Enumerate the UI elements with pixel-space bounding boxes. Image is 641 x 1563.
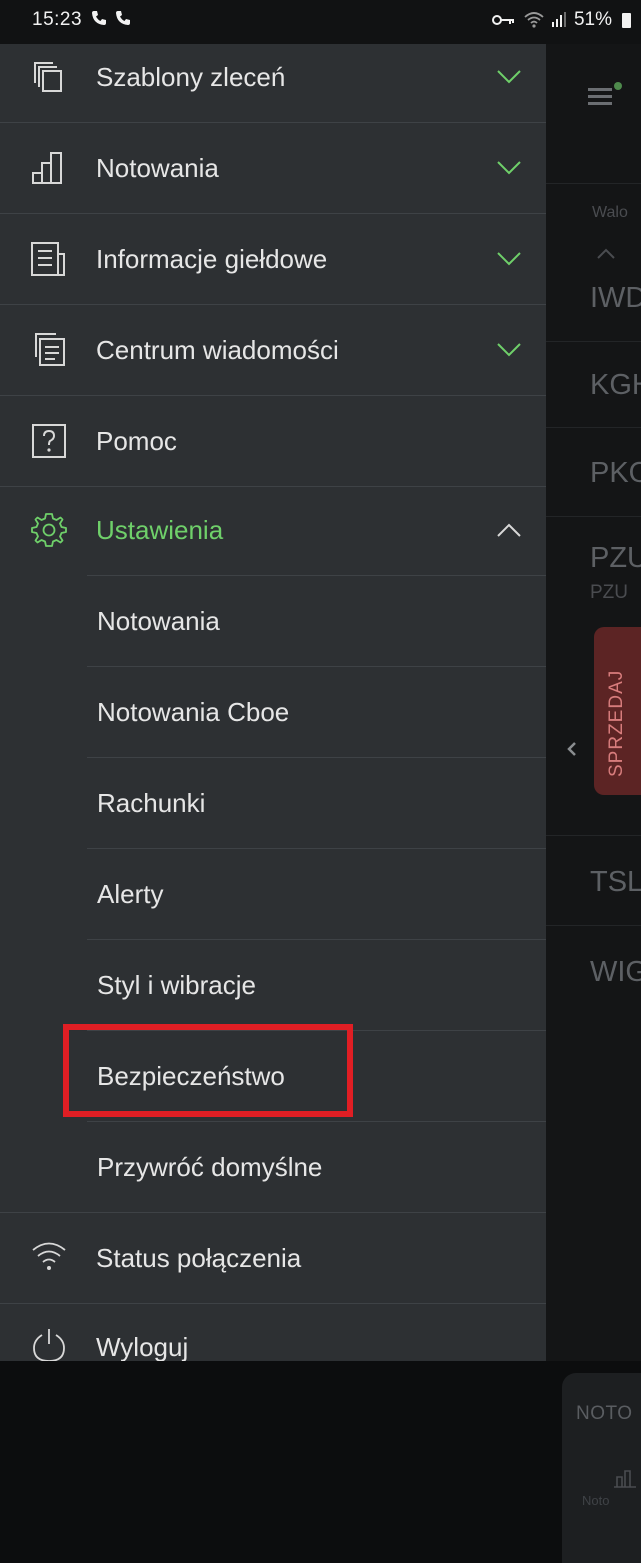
status-bar: 15:23 51% [0, 0, 641, 44]
bg-row: KGH [590, 369, 641, 401]
settings-item-style-vibrations[interactable]: Styl i wibracje [0, 940, 546, 1030]
chevron-down-icon[interactable] [496, 69, 522, 85]
settings-item-restore-defaults[interactable]: Przywróć domyślne [0, 1122, 546, 1212]
menu-item-label: Informacje giełdowe [96, 244, 328, 274]
signal-icon [551, 12, 566, 27]
settings-item-label: Przywróć domyślne [97, 1152, 323, 1182]
bg-column-header: Walo [592, 204, 628, 221]
power-icon [33, 1329, 65, 1361]
battery-percent: 51% [573, 9, 612, 30]
bar-chart-icon [32, 152, 62, 184]
menu-item-logout[interactable]: Wyloguj [0, 1304, 546, 1361]
bottom-panel: NOTO Noto [562, 1373, 641, 1563]
wifi-icon [32, 1242, 66, 1270]
vpn-key-icon [491, 15, 514, 25]
wifi-icon [524, 12, 544, 28]
menu-item-label: Szablony zleceń [96, 62, 286, 92]
call-icon [90, 9, 108, 32]
menu-item-message-center[interactable]: Centrum wiadomości [0, 305, 546, 395]
settings-item-accounts[interactable]: Rachunki [0, 758, 546, 848]
menu-item-market-info[interactable]: Informacje giełdowe [0, 214, 546, 304]
status-time: 15:23 [32, 9, 83, 30]
menu-item-label: Wyloguj [96, 1332, 189, 1361]
sell-tab: SPRZEDAJ [594, 627, 641, 795]
bg-row: TSL [590, 866, 641, 898]
bg-row: PKO [590, 457, 641, 489]
settings-item-label: Notowania [97, 606, 220, 636]
menu-item-connection-status[interactable]: Status połączenia [0, 1213, 546, 1303]
settings-item-label: Rachunki [97, 788, 206, 818]
chevron-left-icon [567, 742, 576, 756]
settings-item-label: Notowania Cboe [97, 697, 290, 727]
settings-item-quotes-cboe[interactable]: Notowania Cboe [0, 667, 546, 757]
menu-item-help[interactable]: Pomoc [0, 396, 546, 486]
menu-item-label: Status połączenia [96, 1243, 302, 1273]
settings-item-label: Styl i wibracje [97, 970, 256, 1000]
gear-icon [31, 513, 67, 547]
bg-row: IWD [590, 282, 641, 314]
menu-item-quotes[interactable]: Notowania [0, 123, 546, 213]
battery-icon [622, 12, 631, 28]
chevron-down-icon[interactable] [496, 160, 522, 176]
call-icon [114, 9, 132, 32]
bg-row: WIG [590, 956, 641, 988]
status-icons: 51% [491, 9, 631, 31]
bg-row: PZU [590, 542, 641, 574]
news-icon [31, 242, 65, 276]
menu-item-label: Pomoc [96, 426, 177, 456]
menu-item-label: Centrum wiadomości [96, 335, 339, 365]
chevron-down-icon[interactable] [496, 342, 522, 358]
menu-item-label: Ustawienia [96, 515, 224, 545]
chevron-down-icon[interactable] [496, 251, 522, 267]
bottom-tab-small: Noto [582, 1493, 610, 1508]
help-icon [32, 424, 66, 458]
highlight-box [63, 1024, 353, 1117]
copy-icon [34, 62, 62, 92]
navigation-drawer: Szablony zleceń Notowania Informacje gie… [0, 44, 546, 1361]
bg-row-sub: PZU [590, 582, 628, 603]
messages-icon [35, 333, 65, 366]
menu-item-settings[interactable]: Ustawienia [0, 487, 546, 575]
menu-icon [588, 82, 622, 105]
settings-item-quotes[interactable]: Notowania [0, 576, 546, 666]
sort-up-icon [597, 248, 615, 259]
bottom-tab-label: NOTO [576, 1403, 633, 1424]
sell-label: SPRZEDAJ [606, 669, 627, 777]
menu-item-order-templates[interactable]: Szablony zleceń [0, 44, 546, 122]
settings-item-alerts[interactable]: Alerty [0, 849, 546, 939]
settings-item-label: Alerty [97, 879, 164, 909]
chart-icon [614, 1470, 636, 1488]
chevron-up-icon[interactable] [496, 522, 522, 538]
menu-item-label: Notowania [96, 153, 219, 183]
